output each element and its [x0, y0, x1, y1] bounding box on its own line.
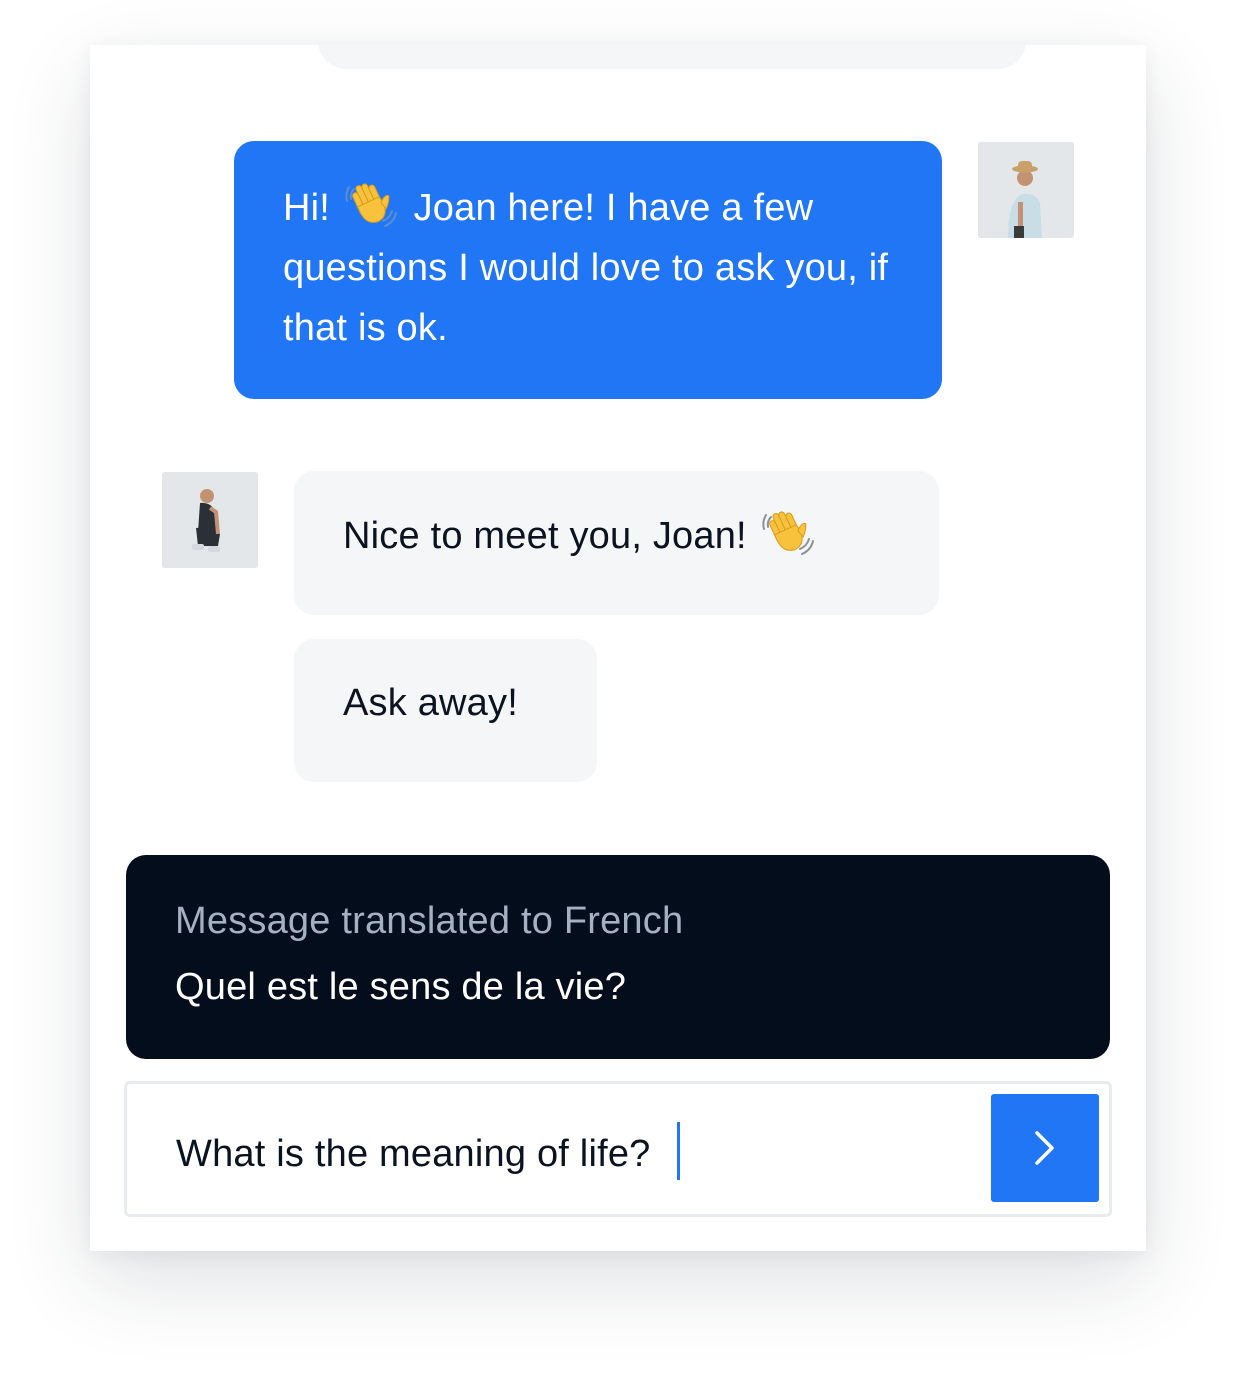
message-input-value: What is the meaning of life?: [176, 1133, 651, 1175]
message-composer[interactable]: What is the meaning of life?: [124, 1081, 1112, 1217]
avatar-agent: [162, 472, 258, 568]
incoming-message: Ask away!: [294, 639, 597, 782]
stage: Hi! Joan here! I have a few questions I …: [0, 0, 1236, 1386]
outgoing-message: Hi! Joan here! I have a few questions I …: [234, 141, 942, 399]
waving-hand-icon: [345, 183, 397, 227]
incoming-message: Nice to meet you, Joan!: [294, 471, 939, 615]
message-text: Nice to meet you, Joan!: [343, 515, 747, 557]
translation-preview: Message translated to French Quel est le…: [126, 855, 1110, 1059]
message-text-start: Hi!: [283, 187, 331, 229]
previous-message-bubble: [318, 45, 1026, 69]
translation-caption: Message translated to French: [175, 900, 684, 942]
chat-window: Hi! Joan here! I have a few questions I …: [90, 45, 1146, 1251]
message-text: Ask away!: [343, 682, 518, 724]
text-caret: [676, 1122, 680, 1180]
message-input[interactable]: What is the meaning of life?: [176, 1122, 680, 1182]
person-photo-icon: [978, 142, 1074, 238]
person-photo-icon: [162, 472, 258, 568]
waving-hand-icon: [761, 511, 814, 555]
send-button[interactable]: [991, 1094, 1099, 1202]
translated-text: Quel est le sens de la vie?: [175, 966, 627, 1008]
avatar-joan: [978, 142, 1074, 238]
chevron-right-icon: [1035, 1131, 1054, 1165]
